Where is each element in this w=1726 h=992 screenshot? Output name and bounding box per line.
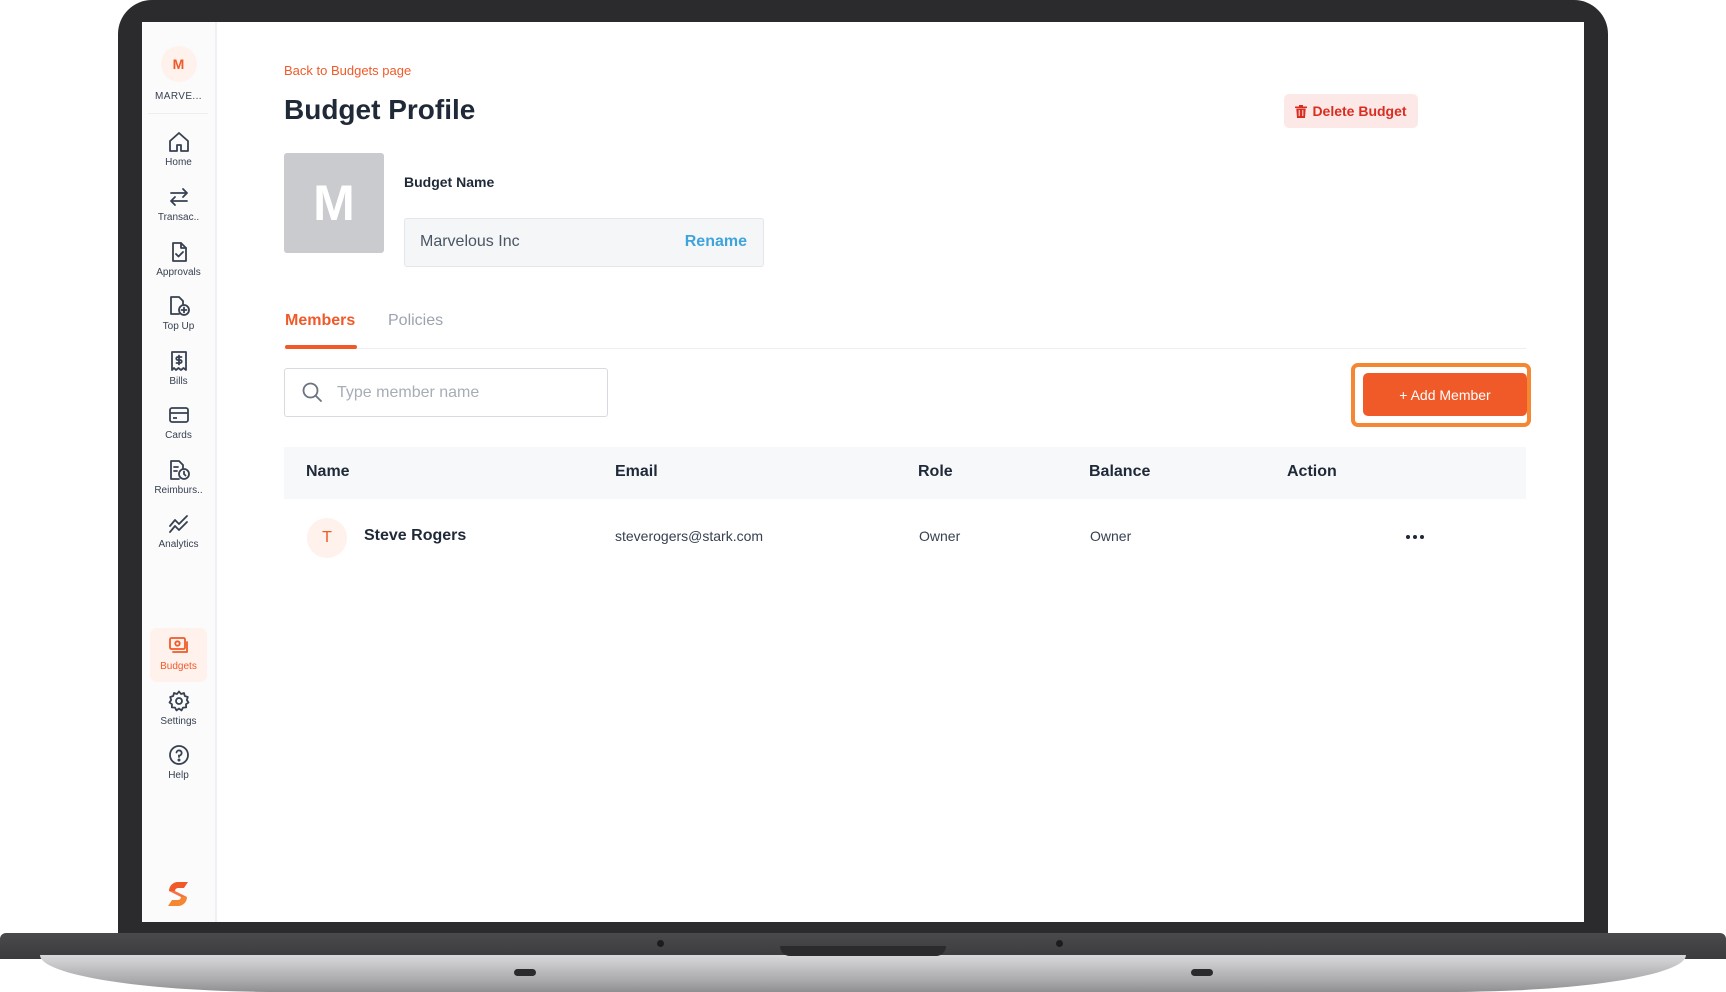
bill-receipt-icon xyxy=(170,351,187,371)
rename-button[interactable]: Rename xyxy=(685,233,747,251)
tab-policies[interactable]: Policies xyxy=(388,312,443,330)
sidebar-item-cards[interactable]: Cards xyxy=(150,397,207,451)
card-icon xyxy=(168,407,189,423)
member-name: Steve Rogers xyxy=(364,527,467,544)
sidebar-item-label: Cards xyxy=(165,430,192,441)
analytics-chart-icon xyxy=(168,515,188,533)
sidebar-item-label: Settings xyxy=(160,716,197,727)
search-input[interactable] xyxy=(335,378,599,408)
sidebar-item-bills[interactable]: Bills xyxy=(150,343,207,397)
trash-icon xyxy=(1295,104,1308,118)
sidebar: M MARVE... Home Transac.. Approvals Top … xyxy=(142,22,217,922)
sidebar-item-analytics[interactable]: Analytics xyxy=(150,506,207,560)
budget-name-label: Budget Name xyxy=(404,174,495,190)
reimbursement-icon xyxy=(169,460,190,480)
sidebar-item-label: Budgets xyxy=(160,661,197,672)
brand-logo-icon xyxy=(168,882,188,906)
member-balance: Owner xyxy=(1090,528,1132,544)
tab-bar: Members Policies xyxy=(284,312,1526,349)
org-avatar: M xyxy=(160,46,197,82)
sidebar-item-top-up[interactable]: Top Up xyxy=(150,288,207,342)
sidebar-item-label: Analytics xyxy=(158,539,199,550)
sidebar-item-settings[interactable]: Settings xyxy=(150,683,207,737)
sidebar-item-label: Reimburs.. xyxy=(154,485,203,496)
approval-document-icon xyxy=(171,242,187,262)
sidebar-item-reimbursements[interactable]: Reimburs.. xyxy=(150,452,207,506)
laptop-notch xyxy=(780,946,946,956)
sidebar-item-budgets[interactable]: Budgets xyxy=(150,628,207,682)
org-name: MARVE... xyxy=(155,91,202,102)
sidebar-item-label: Home xyxy=(165,157,192,168)
sidebar-item-label: Approvals xyxy=(156,267,201,278)
gear-icon xyxy=(168,690,189,712)
member-search xyxy=(284,368,608,417)
laptop-hinge xyxy=(1056,940,1063,947)
delete-budget-label: Delete Budget xyxy=(1312,103,1407,119)
members-table-header: Name Email Role Balance Action xyxy=(284,447,1526,499)
column-header-name: Name xyxy=(306,463,350,480)
budget-name-field: Marvelous Inc Rename xyxy=(404,218,764,267)
sidebar-divider xyxy=(148,113,208,114)
sidebar-item-home[interactable]: Home xyxy=(150,124,207,178)
transfer-arrows-icon xyxy=(169,188,188,206)
column-header-balance: Balance xyxy=(1089,463,1151,480)
laptop-bottom xyxy=(40,955,1686,992)
org-switcher[interactable]: M MARVE... xyxy=(142,46,215,102)
sidebar-item-help[interactable]: Help xyxy=(150,737,207,791)
top-up-icon xyxy=(169,296,190,316)
column-header-role: Role xyxy=(918,463,953,480)
sidebar-item-approvals[interactable]: Approvals xyxy=(150,234,207,288)
app-screen: M MARVE... Home Transac.. Approvals Top … xyxy=(142,22,1584,922)
sidebar-item-label: Top Up xyxy=(162,321,195,332)
sidebar-item-label: Transac.. xyxy=(157,212,200,223)
more-actions-icon[interactable] xyxy=(1403,527,1427,547)
laptop-hinge xyxy=(657,940,664,947)
laptop-foot xyxy=(514,969,536,976)
help-question-icon xyxy=(168,745,189,765)
tab-members[interactable]: Members xyxy=(285,312,355,330)
back-to-budgets-link[interactable]: Back to Budgets page xyxy=(284,63,411,78)
delete-budget-button[interactable]: Delete Budget xyxy=(1284,94,1418,128)
search-icon xyxy=(302,382,322,402)
sidebar-item-label: Help xyxy=(168,770,189,781)
home-icon xyxy=(168,132,189,152)
column-header-action: Action xyxy=(1287,463,1337,480)
add-member-button[interactable]: + Add Member xyxy=(1363,373,1527,416)
member-avatar: T xyxy=(307,518,347,558)
member-email: steverogers@stark.com xyxy=(615,528,764,544)
sidebar-item-label: Bills xyxy=(169,376,188,387)
laptop-foot xyxy=(1191,969,1213,976)
budget-avatar: M xyxy=(284,153,384,253)
sidebar-item-transactions[interactable]: Transac.. xyxy=(150,179,207,233)
column-header-email: Email xyxy=(615,463,658,480)
table-row[interactable]: T Steve Rogers steverogers@stark.com Own… xyxy=(284,499,1526,577)
page-title: Budget Profile xyxy=(284,94,476,125)
member-role: Owner xyxy=(919,528,961,544)
active-tab-indicator xyxy=(285,345,357,349)
budgets-icon xyxy=(168,637,188,653)
budget-name-value: Marvelous Inc xyxy=(420,233,520,250)
